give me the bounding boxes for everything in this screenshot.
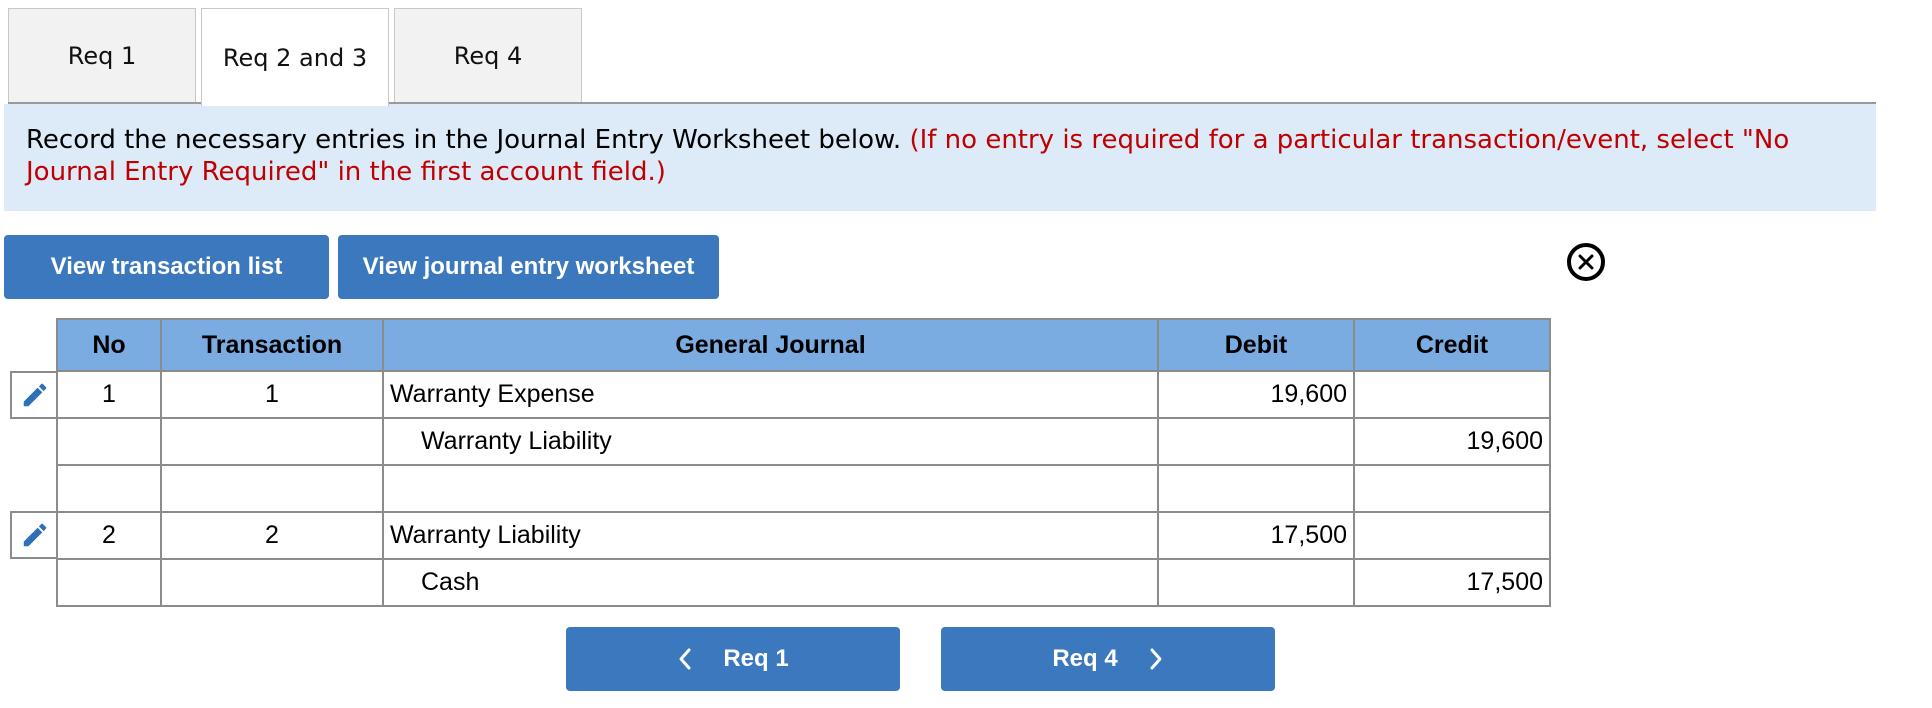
- tab-req-4[interactable]: Req 4: [394, 8, 582, 102]
- cell-transaction: 1: [160, 370, 384, 419]
- instruction-text: Record the necessary entries in the Jour…: [26, 125, 902, 155]
- cell-debit: 17,500: [1157, 511, 1355, 560]
- header-transaction: Transaction: [160, 318, 384, 372]
- tab-req-1[interactable]: Req 1: [8, 8, 196, 102]
- cell-account: Warranty Liability: [382, 417, 1159, 466]
- header-credit: Credit: [1353, 318, 1551, 372]
- view-journal-entry-worksheet-button[interactable]: View journal entry worksheet: [338, 235, 719, 299]
- next-req-4-button[interactable]: Req 4: [941, 627, 1275, 691]
- pencil-icon: [23, 523, 46, 547]
- close-circle-icon[interactable]: [1567, 243, 1605, 281]
- cell-account: [382, 464, 1159, 513]
- cell-debit: 19,600: [1157, 370, 1355, 419]
- edit-entry-1-button[interactable]: [10, 371, 57, 419]
- header-general-journal: General Journal: [382, 318, 1159, 372]
- header-debit: Debit: [1157, 318, 1355, 372]
- table-row: Cash 17,500: [56, 558, 1551, 607]
- table-row: [56, 464, 1551, 513]
- cell-debit: [1157, 464, 1355, 513]
- cell-credit: 17,500: [1353, 558, 1551, 607]
- cell-debit: [1157, 417, 1355, 466]
- prev-button-label: Req 1: [723, 645, 789, 672]
- pencil-icon: [23, 383, 46, 407]
- cell-credit: 19,600: [1353, 417, 1551, 466]
- chevron-right-icon: [1150, 648, 1162, 670]
- cell-no: [56, 464, 162, 513]
- table-row: 2 2 Warranty Liability 17,500: [56, 511, 1551, 560]
- cell-debit: [1157, 558, 1355, 607]
- header-no: No: [56, 318, 162, 372]
- cell-no: [56, 417, 162, 466]
- cell-credit: [1353, 511, 1551, 560]
- cell-account: Warranty Expense: [382, 370, 1159, 419]
- tab-req-2-and-3[interactable]: Req 2 and 3: [201, 8, 389, 106]
- cell-transaction: 2: [160, 511, 384, 560]
- view-transaction-list-button[interactable]: View transaction list: [4, 235, 329, 299]
- cell-transaction: [160, 558, 384, 607]
- prev-req-1-button[interactable]: Req 1: [566, 627, 900, 691]
- cell-credit: [1353, 464, 1551, 513]
- chevron-left-icon: [679, 648, 691, 670]
- journal-table: No Transaction General Journal Debit Cre…: [56, 318, 1551, 607]
- cell-transaction: [160, 417, 384, 466]
- instruction-banner: Record the necessary entries in the Jour…: [4, 104, 1876, 211]
- table-header-row: No Transaction General Journal Debit Cre…: [56, 318, 1551, 372]
- cell-no: [56, 558, 162, 607]
- edit-entry-2-button[interactable]: [10, 511, 57, 559]
- cell-transaction: [160, 464, 384, 513]
- cell-credit: [1353, 370, 1551, 419]
- cell-account: Cash: [382, 558, 1159, 607]
- cell-account: Warranty Liability: [382, 511, 1159, 560]
- cell-no: 2: [56, 511, 162, 560]
- table-row: Warranty Liability 19,600: [56, 417, 1551, 466]
- cell-no: 1: [56, 370, 162, 419]
- next-button-label: Req 4: [1052, 645, 1118, 672]
- table-row: 1 1 Warranty Expense 19,600: [56, 370, 1551, 419]
